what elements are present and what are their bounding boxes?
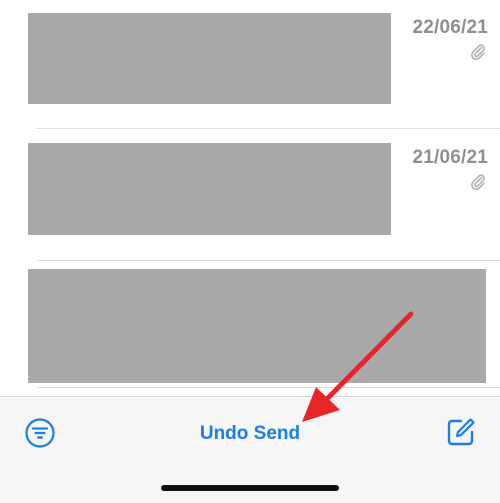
redacted-message-preview [28, 13, 391, 104]
compose-icon[interactable] [446, 417, 476, 447]
redacted-message-preview [28, 143, 391, 235]
message-date: 22/06/21 [412, 17, 488, 38]
mail-list: 22/06/21 21/06/21 [0, 0, 500, 396]
redacted-message-preview [28, 269, 486, 383]
home-indicator [161, 485, 339, 491]
bottom-toolbar: Undo Send [0, 396, 500, 503]
row-divider [36, 387, 500, 388]
mail-screen: 22/06/21 21/06/21 Undo Send [0, 0, 500, 503]
mail-list-item[interactable] [0, 261, 500, 385]
undo-send-button[interactable]: Undo Send [0, 423, 500, 445]
message-date: 21/06/21 [412, 147, 488, 168]
paperclip-icon [471, 174, 485, 191]
mail-list-item[interactable]: 22/06/21 [0, 0, 500, 128]
paperclip-icon [471, 44, 485, 61]
mail-list-item[interactable]: 21/06/21 [0, 129, 500, 260]
